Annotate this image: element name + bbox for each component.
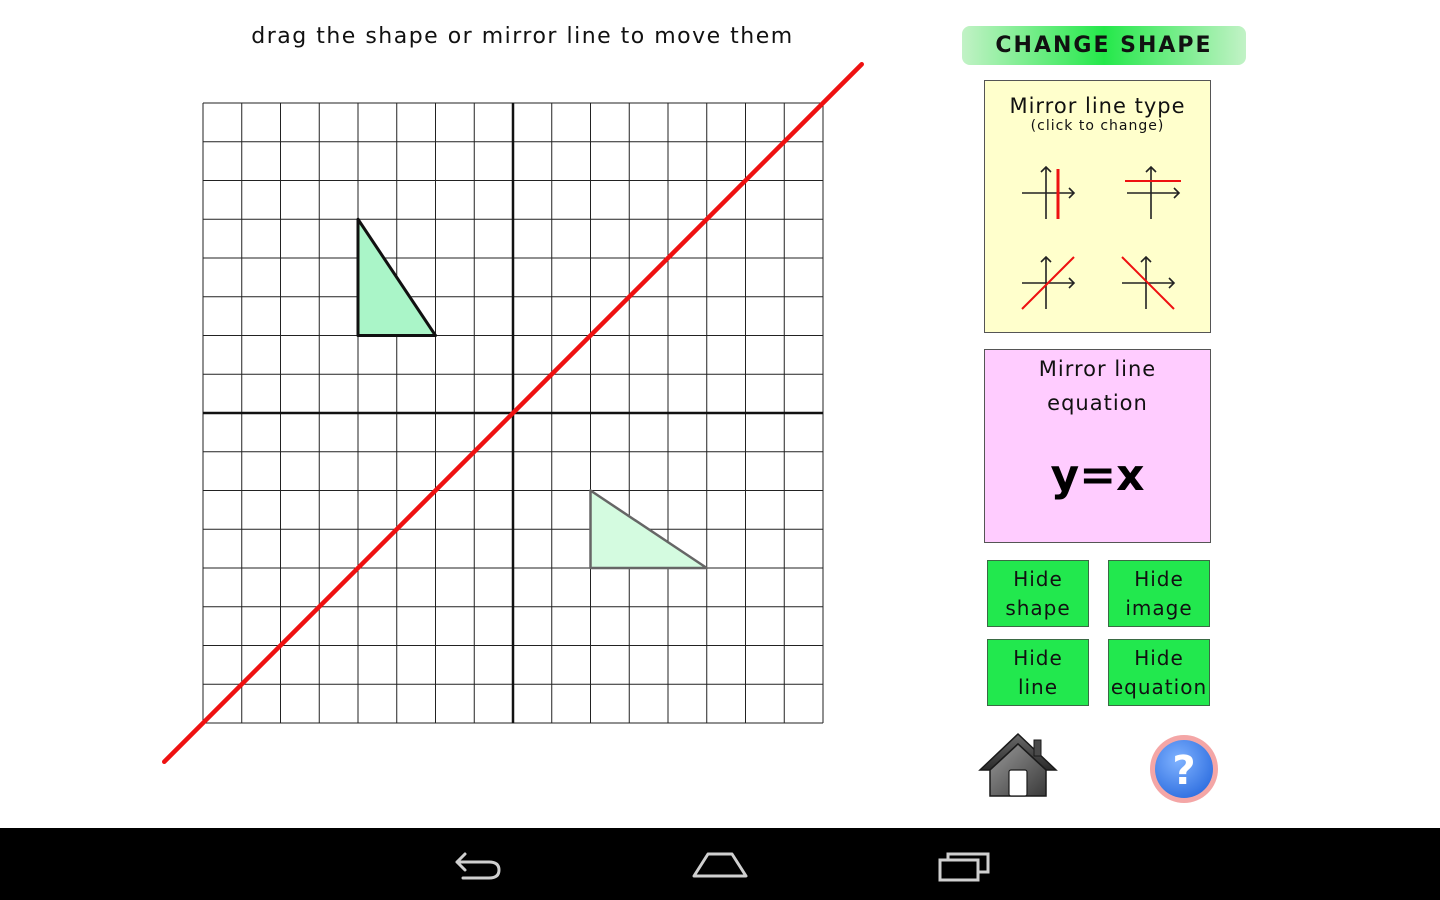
mirror-line-equation-panel: Mirror line equation y=x bbox=[984, 349, 1211, 543]
hide-image-label-2: image bbox=[1125, 595, 1193, 620]
home-icon[interactable] bbox=[976, 730, 1060, 800]
coordinate-grid[interactable] bbox=[0, 0, 1440, 828]
hide-equation-label-1: Hide bbox=[1134, 645, 1184, 670]
equation-title-line1: Mirror line bbox=[1038, 357, 1157, 381]
mirror-type-vertical-icon[interactable] bbox=[1016, 161, 1080, 225]
help-glyph: ? bbox=[1172, 748, 1195, 794]
hide-equation-label-2: equation bbox=[1110, 674, 1208, 699]
hide-equation-button[interactable]: Hide equation bbox=[1108, 639, 1210, 706]
equation-value: y=x bbox=[1050, 450, 1145, 501]
mirror-type-horizontal-icon[interactable] bbox=[1121, 161, 1185, 225]
hide-shape-button[interactable]: Hide shape bbox=[987, 560, 1089, 627]
mirror-type-diagonal-up-icon[interactable] bbox=[1016, 251, 1080, 315]
hide-image-button[interactable]: Hide image bbox=[1108, 560, 1210, 627]
recent-apps-icon[interactable] bbox=[934, 842, 994, 886]
mirror-type-title: Mirror line type bbox=[1009, 94, 1186, 118]
hide-line-label-2: line bbox=[1017, 674, 1059, 699]
hide-line-button[interactable]: Hide line bbox=[987, 639, 1089, 706]
mirror-line-type-panel: Mirror line type (click to change) bbox=[984, 80, 1211, 333]
change-shape-button[interactable]: CHANGE SHAPE bbox=[962, 26, 1246, 65]
back-icon[interactable] bbox=[447, 842, 507, 886]
android-nav-bar bbox=[0, 828, 1440, 900]
mirror-type-diagonal-down-icon[interactable] bbox=[1116, 251, 1180, 315]
hide-image-label-1: Hide bbox=[1134, 566, 1184, 591]
hide-shape-label-1: Hide bbox=[1013, 566, 1063, 591]
help-icon[interactable]: ? bbox=[1148, 733, 1220, 805]
equation-title-line2: equation bbox=[1047, 391, 1148, 415]
hide-shape-label-2: shape bbox=[1005, 595, 1071, 620]
nav-home-icon[interactable] bbox=[690, 842, 750, 886]
hide-line-label-1: Hide bbox=[1013, 645, 1063, 670]
